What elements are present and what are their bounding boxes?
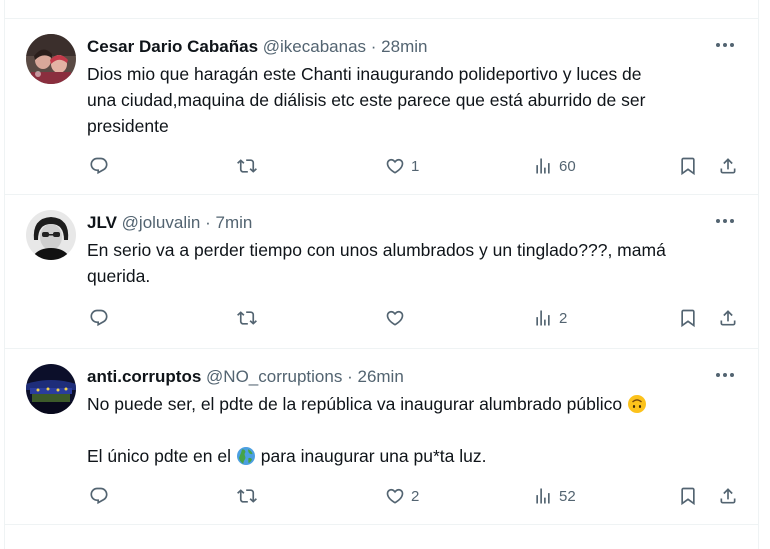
bookmark-icon: [681, 309, 695, 328]
timeline: Cesar Dario Cabañas @ikecabanas · 28min …: [4, 0, 759, 549]
action-bar: 2: [87, 306, 740, 330]
bookmark-button[interactable]: [678, 484, 698, 508]
timestamp[interactable]: 28min: [381, 37, 427, 56]
more-icon[interactable]: [712, 34, 738, 56]
separator: ·: [205, 213, 211, 232]
like-count: 1: [411, 157, 420, 175]
tweet-text-line: En serio va a perder tiempo con unos alu…: [87, 240, 666, 260]
retweet-button[interactable]: [237, 306, 257, 330]
retweet-icon: [237, 159, 257, 173]
tweet-text-segment: para inaugurar una pu*ta luz.: [260, 446, 487, 466]
tweet-text-line: una ciudad,maquina de diálisis etc este …: [87, 90, 646, 110]
share-button[interactable]: [718, 306, 738, 330]
avatar[interactable]: [26, 34, 76, 84]
reply-icon: [90, 487, 108, 505]
view-count: 52: [559, 487, 576, 505]
heart-icon: [386, 488, 404, 504]
retweet-icon: [237, 489, 257, 503]
avatar-photo: [26, 364, 76, 414]
views-button[interactable]: 2: [533, 306, 567, 330]
display-name[interactable]: Cesar Dario Cabañas: [87, 37, 258, 56]
views-icon: [536, 158, 550, 174]
separator: ·: [370, 37, 377, 56]
reply-button[interactable]: [89, 484, 109, 508]
separator: ·: [347, 367, 353, 386]
globe-americas-emoji: [236, 447, 255, 465]
action-bar: 2 52: [87, 484, 740, 508]
like-button[interactable]: 1: [385, 154, 419, 178]
retweet-icon: [237, 311, 257, 325]
avatar-photo: [26, 210, 76, 260]
user-handle[interactable]: @ikecabanas: [263, 37, 366, 56]
tweet-text-segment: No puede ser, el pdte de la república va…: [87, 394, 623, 414]
tweet-text-line: No puede ser, el pdte de la república va…: [87, 391, 727, 417]
views-icon: [536, 310, 550, 326]
reply-button[interactable]: [89, 154, 109, 178]
tweet-text: Dios mio que haragán este Chanti inaugur…: [87, 61, 727, 139]
tweet-header: anti.corruptos @NO_corruptions · 26min: [87, 366, 404, 388]
heart-icon: [386, 310, 404, 326]
like-button[interactable]: 2: [385, 484, 419, 508]
share-button[interactable]: [718, 154, 738, 178]
tweet-text-line: presidente: [87, 116, 169, 136]
tweet-text-line: querida.: [87, 266, 151, 286]
display-name[interactable]: anti.corruptos: [87, 367, 201, 386]
reply-icon: [90, 309, 108, 327]
tweet-text-line: El único pdte en el para inaugurar una p…: [87, 443, 727, 469]
user-handle[interactable]: @NO_corruptions: [206, 367, 342, 386]
tweet[interactable]: JLV @joluvalin · 7min En serio va a perd…: [5, 195, 758, 349]
like-button[interactable]: [385, 306, 411, 330]
bookmark-icon: [681, 157, 695, 176]
avatar[interactable]: [26, 210, 76, 260]
tweet[interactable]: anti.corruptos @NO_corruptions · 26min N…: [5, 349, 758, 525]
tweet-text: No puede ser, el pdte de la república va…: [87, 391, 727, 469]
views-button[interactable]: 60: [533, 154, 576, 178]
share-icon: [720, 310, 736, 326]
tweet-text-line: Dios mio que haragán este Chanti inaugur…: [87, 64, 642, 84]
retweet-button[interactable]: [237, 154, 257, 178]
tweet-text: En serio va a perder tiempo con unos alu…: [87, 237, 727, 289]
upside-down-face-emoji: [627, 395, 646, 413]
share-icon: [720, 488, 736, 504]
tweet-header: JLV @joluvalin · 7min: [87, 212, 252, 234]
bookmark-button[interactable]: [678, 306, 698, 330]
tweet[interactable]: Cesar Dario Cabañas @ikecabanas · 28min …: [5, 19, 758, 195]
avatar[interactable]: [26, 364, 76, 414]
display-name[interactable]: JLV: [87, 213, 117, 232]
views-icon: [536, 488, 550, 504]
tweet-header: Cesar Dario Cabañas @ikecabanas · 28min: [87, 36, 427, 58]
more-icon[interactable]: [712, 364, 738, 386]
bookmark-button[interactable]: [678, 154, 698, 178]
retweet-button[interactable]: [237, 484, 257, 508]
bookmark-icon: [681, 487, 695, 506]
reply-icon: [90, 157, 108, 175]
share-button[interactable]: [718, 484, 738, 508]
reply-button[interactable]: [89, 306, 109, 330]
view-count: 60: [559, 157, 576, 175]
more-icon[interactable]: [712, 210, 738, 232]
timestamp[interactable]: 7min: [215, 213, 252, 232]
share-icon: [720, 158, 736, 174]
timestamp[interactable]: 26min: [357, 367, 403, 386]
tweet-text-segment: El único pdte en el: [87, 446, 231, 466]
view-count: 2: [559, 309, 568, 327]
like-count: 2: [411, 487, 420, 505]
previous-tweet-edge: [5, 0, 758, 19]
user-handle[interactable]: @joluvalin: [122, 213, 201, 232]
avatar-photo: [26, 34, 76, 84]
action-bar: 1 60: [87, 154, 740, 178]
heart-icon: [386, 158, 404, 174]
views-button[interactable]: 52: [533, 484, 576, 508]
